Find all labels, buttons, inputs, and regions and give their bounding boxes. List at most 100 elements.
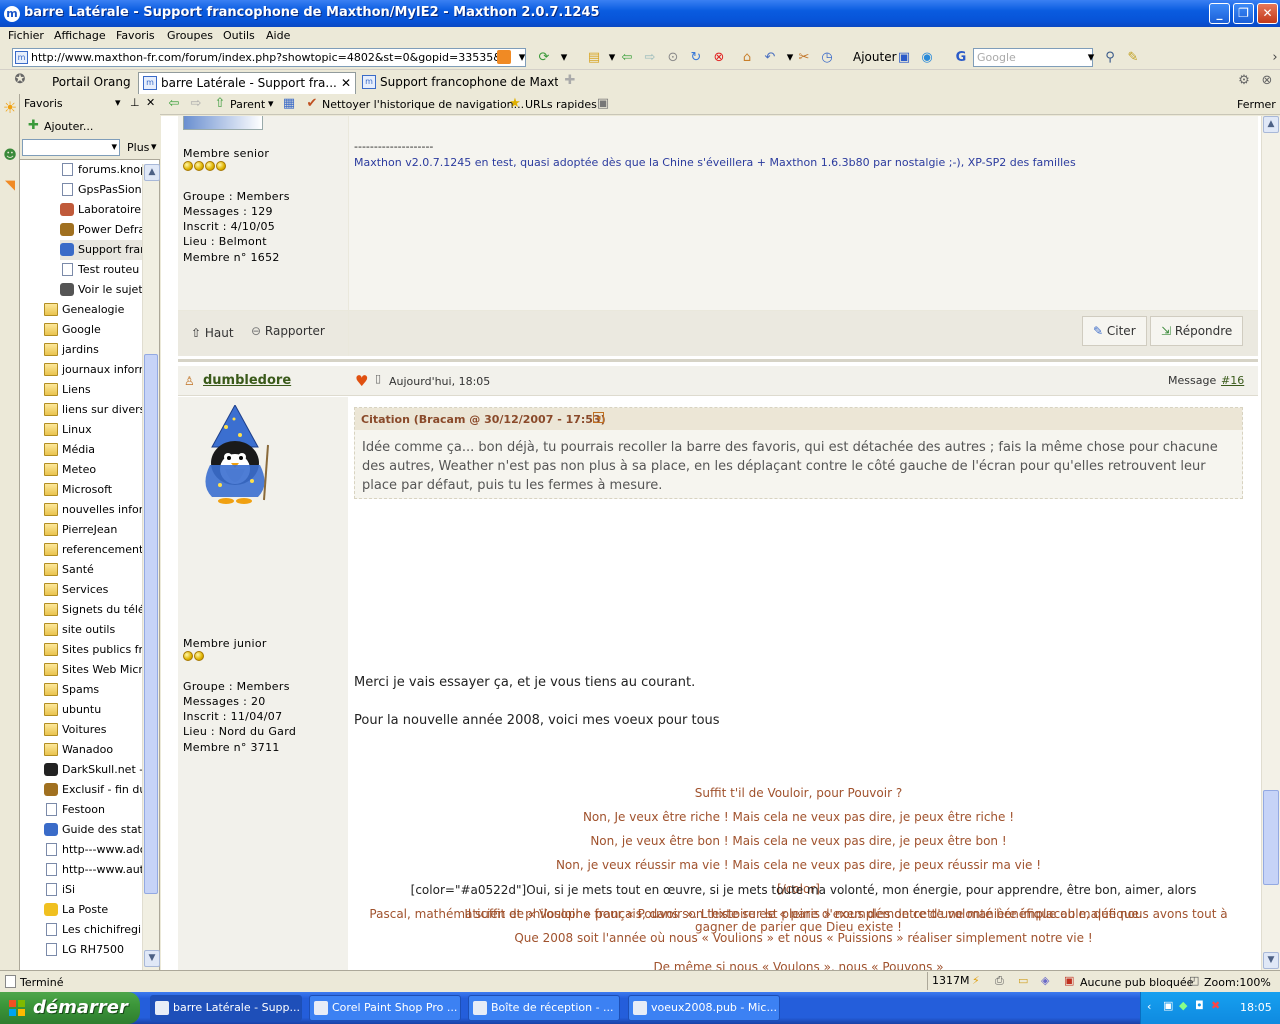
search-icon[interactable]: ⚲ xyxy=(1102,50,1118,66)
update-icon[interactable]: ◘ xyxy=(1195,999,1204,1012)
menu-favoris[interactable]: Favoris xyxy=(116,29,155,42)
favorite-item[interactable]: ubuntu xyxy=(44,700,142,720)
tab-barre-laterale[interactable]: m barre Latérale - Support fra... ✕ xyxy=(138,72,356,94)
tools-icon[interactable]: ⚙ xyxy=(1236,73,1252,89)
menu-aide[interactable]: Aide xyxy=(266,29,290,42)
favorite-item[interactable]: Services xyxy=(44,580,142,600)
task-inbox[interactable]: Boîte de réception - ... xyxy=(468,995,620,1021)
more-button[interactable]: Plus xyxy=(127,141,149,154)
antivirus-icon[interactable]: ✖ xyxy=(1211,999,1220,1012)
sidebar-scrollbar[interactable]: ▲ ▼ xyxy=(142,164,160,970)
favorite-item[interactable]: jardins xyxy=(44,340,142,360)
page-scrollbar[interactable]: ▲ ▼ xyxy=(1261,116,1280,970)
dropdown-arrow-icon[interactable]: ▾ xyxy=(1083,50,1099,66)
broom-icon[interactable]: ✔ xyxy=(304,96,320,112)
favorite-item[interactable]: Power Defra xyxy=(60,220,142,240)
favorite-item[interactable]: Sites Web Micro xyxy=(44,660,142,680)
maximize-button[interactable]: ❐ xyxy=(1233,3,1254,24)
minimize-button[interactable]: _ xyxy=(1209,3,1230,24)
back-icon[interactable]: ⇦ xyxy=(166,96,182,112)
favorite-item[interactable]: La Poste xyxy=(44,900,142,920)
user-icon[interactable]: ☻ xyxy=(2,148,18,164)
tab-portail-orange[interactable]: Portail Orange xyxy=(30,72,130,94)
favorite-item[interactable]: Spams xyxy=(44,680,142,700)
top-link[interactable]: ⇧ Haut xyxy=(191,326,234,340)
favorite-item[interactable]: referencements xyxy=(44,540,142,560)
sun-icon[interactable]: ☀ xyxy=(2,100,18,116)
author-link[interactable]: dumbledore xyxy=(203,373,291,388)
scroll-up-icon[interactable]: ▲ xyxy=(144,164,160,181)
refresh-icon[interactable]: ↻ xyxy=(688,50,704,66)
star-icon[interactable]: ★ xyxy=(507,96,523,112)
scroll-thumb[interactable] xyxy=(144,354,158,894)
favorite-item[interactable]: Média xyxy=(44,440,142,460)
favorite-item[interactable]: Support fran xyxy=(60,240,142,260)
favorite-item[interactable]: Voir le sujet xyxy=(60,280,142,300)
parent-button[interactable]: Parent xyxy=(230,98,265,111)
task-paintshop[interactable]: Corel Paint Shop Pro ... xyxy=(309,995,461,1021)
favorite-item[interactable]: forums.knop xyxy=(60,160,142,180)
google-icon[interactable]: G xyxy=(953,50,969,66)
favorite-item[interactable]: Wanadoo xyxy=(44,740,142,760)
chevron-left-icon[interactable]: ‹ xyxy=(1147,1000,1151,1013)
favorite-item[interactable]: Google xyxy=(44,320,142,340)
favorite-item[interactable]: Festoon xyxy=(44,800,142,820)
menu-groupes[interactable]: Groupes xyxy=(167,29,213,42)
filter-select[interactable]: ▾ xyxy=(22,139,120,156)
ad-block-icon[interactable]: ▣ xyxy=(1064,974,1074,987)
home-icon[interactable]: ⌂ xyxy=(739,50,755,66)
favorite-item[interactable]: nouvelles inform xyxy=(44,500,142,520)
add-favorite-button[interactable]: Ajouter... xyxy=(44,120,93,133)
dropdown-arrow-icon[interactable]: ▾ xyxy=(111,140,117,153)
menu-fichier[interactable]: Fichier xyxy=(8,29,44,42)
folder-icon[interactable]: ▭ xyxy=(1018,974,1028,987)
star-icon[interactable]: ✪ xyxy=(12,72,28,88)
dropdown-arrow-icon[interactable]: ▾ xyxy=(115,96,121,109)
go-icon[interactable]: ⟳ xyxy=(536,50,552,66)
search-input[interactable]: Google xyxy=(973,48,1093,67)
zoom-level[interactable]: Zoom:100% xyxy=(1204,976,1271,989)
add-icon[interactable]: ✚ xyxy=(28,118,39,133)
tools-icon[interactable]: ✂ xyxy=(796,50,812,66)
heart-icon[interactable]: ♥ xyxy=(355,372,368,390)
tab-support-francophone[interactable]: m Support francophone de Maxtho... xyxy=(358,72,558,94)
menu-affichage[interactable]: Affichage xyxy=(54,29,106,42)
scroll-down-icon[interactable]: ▼ xyxy=(1263,952,1279,969)
favorite-item[interactable]: iSi xyxy=(44,880,142,900)
close-icon[interactable]: ✕ xyxy=(146,96,155,109)
earth-icon[interactable]: ◉ xyxy=(919,50,935,66)
new-page-icon[interactable]: ▤ xyxy=(586,50,602,66)
lightning-icon[interactable]: ⚡ xyxy=(972,974,980,987)
scroll-down-icon[interactable]: ▼ xyxy=(144,950,160,967)
tab-close-icon[interactable]: ✕ xyxy=(341,73,351,93)
favorite-item[interactable]: Liens xyxy=(44,380,142,400)
dropdown-arrow-icon[interactable]: ▾ xyxy=(604,50,620,66)
scroll-up-icon[interactable]: ▲ xyxy=(1263,116,1279,133)
rss-icon[interactable] xyxy=(497,50,511,64)
favorite-item[interactable]: http---www.aut xyxy=(44,860,142,880)
dropdown-arrow-icon[interactable]: ▾ xyxy=(268,97,274,110)
quick-urls-link[interactable]: URLs rapides xyxy=(525,98,597,111)
favorite-item[interactable]: Meteo xyxy=(44,460,142,480)
quote-button[interactable]: ✎ Citer xyxy=(1082,316,1147,346)
favorite-item[interactable]: Guide des static xyxy=(44,820,142,840)
highlight-icon[interactable]: ✎ xyxy=(1125,50,1141,66)
message-number-link[interactable]: #16 xyxy=(1221,374,1244,387)
pin-icon[interactable]: ⊥ xyxy=(130,96,140,109)
down-icon[interactable]: ⊙ xyxy=(665,50,681,66)
reply-button[interactable]: ⇲ Répondre xyxy=(1150,316,1244,346)
favorite-item[interactable]: LG RH7500 xyxy=(44,940,142,960)
favorite-item[interactable]: Exclusif - fin du xyxy=(44,780,142,800)
add-button[interactable]: Ajouter xyxy=(853,50,897,64)
group-icon[interactable]: ▦ xyxy=(281,96,297,112)
favorite-item[interactable]: Sites publics fra xyxy=(44,640,142,660)
print-icon[interactable]: ⎙ xyxy=(995,974,1004,988)
favorite-item[interactable]: DarkSkull.net -- xyxy=(44,760,142,780)
shield-icon[interactable]: ◆ xyxy=(1179,999,1187,1012)
start-button[interactable]: démarrer xyxy=(0,992,140,1024)
favorite-item[interactable]: PierreJean xyxy=(44,520,142,540)
clean-history-link[interactable]: Nettoyer l'historique de navigation... xyxy=(322,98,524,111)
stop-icon[interactable]: ⊗ xyxy=(711,50,727,66)
favorite-item[interactable]: journaux inform xyxy=(44,360,142,380)
rss-icon[interactable]: ◥ xyxy=(2,178,18,194)
